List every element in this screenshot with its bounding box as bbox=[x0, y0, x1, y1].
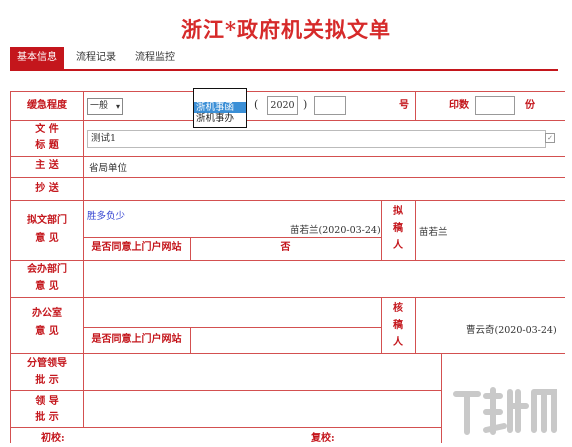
drafter-label-1: 拟 bbox=[393, 206, 403, 217]
office-label-1: 办公室 bbox=[32, 308, 62, 319]
co-dept-label-2: 意 见 bbox=[35, 281, 59, 292]
drafter-label-2: 稿 bbox=[393, 223, 403, 234]
print-count-input[interactable] bbox=[475, 96, 515, 115]
print-count-label: 印数 bbox=[449, 100, 469, 111]
doc-type-dropdown[interactable]: 浙机事函 浙机事办 bbox=[193, 88, 247, 128]
drafter-value: 苗若兰 bbox=[419, 227, 448, 238]
doc-title-input[interactable]: 测试1 bbox=[87, 130, 546, 148]
year-close-paren: ) bbox=[303, 98, 308, 111]
number-suffix: 号 bbox=[399, 100, 409, 111]
copy-send-label: 抄 送 bbox=[35, 183, 59, 194]
co-dept-label-1: 会办部门 bbox=[27, 264, 67, 275]
office-label-2: 意 见 bbox=[35, 326, 59, 337]
portal-answer: 否 bbox=[280, 242, 291, 253]
page-title: 浙江*政府机关拟文单 bbox=[181, 17, 391, 42]
doc-type-option-2[interactable]: 浙机事办 bbox=[194, 113, 246, 124]
year-input[interactable]: 2020 bbox=[267, 96, 298, 115]
doc-title-label-2: 标 题 bbox=[35, 140, 59, 151]
doc-number-input[interactable] bbox=[314, 96, 346, 115]
chevron-down-icon: ▾ bbox=[115, 102, 120, 111]
reviewer-label-2: 稿 bbox=[393, 320, 403, 331]
main-send-value: 省局单位 bbox=[89, 163, 128, 174]
tab-flow-record[interactable]: 流程记录 bbox=[69, 47, 123, 69]
checkbox-icon[interactable]: ✓ bbox=[545, 133, 555, 143]
doc-title-label-1: 文 件 bbox=[35, 124, 59, 135]
tab-bar: 基本信息 流程记录 流程监控 bbox=[10, 47, 187, 69]
draft-dept-label-1: 拟文部门 bbox=[27, 215, 67, 226]
doc-type-current[interactable] bbox=[194, 89, 246, 102]
re-check-label: 复校: bbox=[311, 433, 335, 444]
urgency-value: 一般 bbox=[90, 101, 109, 111]
urgency-select[interactable]: 一般 ▾ bbox=[87, 98, 123, 115]
leader-label-2: 批 示 bbox=[35, 412, 59, 423]
draft-dept-opinion: 胜多负少 bbox=[87, 211, 126, 222]
leader-label-1: 领 导 bbox=[35, 396, 59, 407]
reviewer-value: 曹云奇(2020-03-24) bbox=[466, 325, 557, 336]
portal-question: 是否同意上门户网站 bbox=[91, 242, 182, 253]
charge-leader-label-1: 分管领导 bbox=[27, 358, 67, 369]
urgency-label: 缓急程度 bbox=[27, 100, 67, 111]
watermark-logo bbox=[453, 387, 557, 435]
tab-underline bbox=[10, 69, 558, 71]
print-count-unit: 份 bbox=[525, 100, 535, 111]
portal-question-2: 是否同意上门户网站 bbox=[91, 334, 182, 345]
tab-flow-monitor[interactable]: 流程监控 bbox=[128, 47, 182, 69]
reviewer-label-3: 人 bbox=[393, 337, 403, 348]
draft-dept-label-2: 意 见 bbox=[35, 233, 59, 244]
first-check-label: 初校: bbox=[41, 433, 65, 444]
main-send-label: 主 送 bbox=[35, 160, 59, 171]
doc-type-option-1[interactable]: 浙机事函 bbox=[194, 102, 246, 113]
year-open-paren: ( bbox=[254, 98, 259, 111]
drafter-label-3: 人 bbox=[393, 240, 403, 251]
draft-dept-signature: 苗若兰(2020-03-24) bbox=[290, 225, 381, 236]
charge-leader-label-2: 批 示 bbox=[35, 375, 59, 386]
tab-basic-info[interactable]: 基本信息 bbox=[10, 47, 64, 69]
reviewer-label-1: 核 bbox=[393, 303, 403, 314]
